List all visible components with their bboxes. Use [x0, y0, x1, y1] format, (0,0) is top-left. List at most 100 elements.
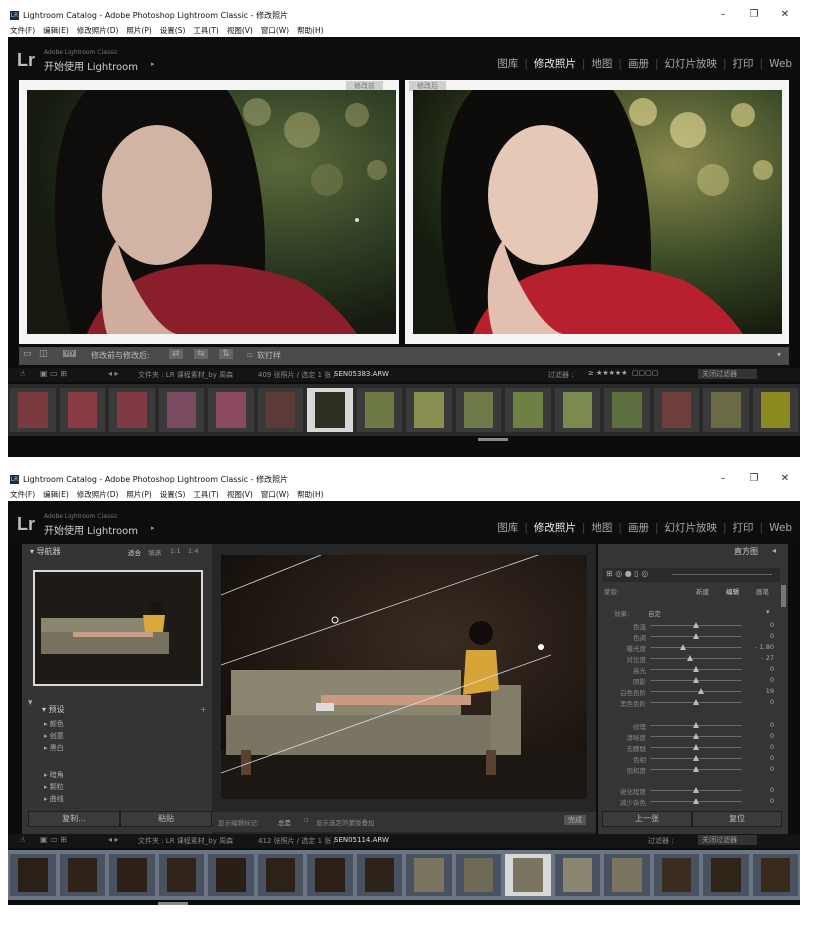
- filmstrip-thumbnail[interactable]: [455, 854, 501, 896]
- menu-tools[interactable]: 工具(T): [193, 25, 218, 36]
- slider-thumb[interactable]: [693, 677, 699, 683]
- slider-thumb[interactable]: [693, 766, 699, 772]
- slider-value[interactable]: - 1.80: [746, 643, 774, 651]
- module-library[interactable]: 图库: [493, 520, 522, 535]
- slider-thumb[interactable]: [693, 699, 699, 705]
- effect-collapse-icon[interactable]: ▾: [766, 608, 770, 616]
- slider-7[interactable]: 白色色阶 19: [600, 686, 780, 697]
- filmstrip-thumbnail[interactable]: [703, 388, 749, 432]
- slider-value[interactable]: 0: [746, 765, 774, 773]
- preset-folder[interactable]: ▸ 颗粒: [44, 782, 64, 792]
- filmstrip-thumbnail[interactable]: [703, 854, 749, 896]
- slider-value[interactable]: 0: [746, 698, 774, 706]
- filmstrip-thumbnail[interactable]: [752, 854, 798, 896]
- filename[interactable]: SEN05383.ARW: [334, 370, 389, 378]
- menu-tools[interactable]: 工具(T): [193, 489, 218, 500]
- play-icon[interactable]: ▸: [151, 60, 155, 68]
- menu-photo[interactable]: 照片(P): [126, 489, 151, 500]
- copy-before-to-after-icon[interactable]: ⇄: [169, 349, 183, 359]
- mask-new[interactable]: 新建: [696, 586, 709, 596]
- slider-thumb[interactable]: [693, 666, 699, 672]
- module-book[interactable]: 画册: [624, 520, 653, 535]
- reset-button[interactable]: 复位: [692, 811, 782, 827]
- copy-button[interactable]: 复制...: [28, 811, 120, 827]
- slider-value[interactable]: 0: [746, 721, 774, 729]
- menu-view[interactable]: 视图(V): [227, 489, 253, 500]
- mask-brush[interactable]: 画笔: [756, 586, 769, 596]
- module-web[interactable]: Web: [765, 58, 796, 70]
- module-web[interactable]: Web: [765, 522, 796, 534]
- menu-help[interactable]: 帮助(H): [297, 489, 324, 500]
- menu-file[interactable]: 文件(F): [10, 489, 35, 500]
- slider-13[interactable]: 饱和度 0: [600, 764, 780, 775]
- slider-track[interactable]: [650, 647, 742, 648]
- menu-settings[interactable]: 设置(S): [160, 489, 186, 500]
- filter-select[interactable]: 关闭过滤器: [698, 835, 757, 845]
- mask-edit[interactable]: 编辑: [726, 586, 739, 596]
- menu-edit[interactable]: 编辑(E): [43, 489, 69, 500]
- slider-5[interactable]: 高光 0: [600, 664, 780, 675]
- module-book[interactable]: 画册: [624, 56, 653, 71]
- navigator-preview[interactable]: [33, 570, 203, 686]
- filmstrip-thumbnail[interactable]: [109, 388, 155, 432]
- filmstrip-thumbnail[interactable]: [653, 854, 699, 896]
- identity-text[interactable]: 开始使用 Lightroom: [44, 58, 138, 73]
- slider-value[interactable]: 0: [746, 621, 774, 629]
- filmstrip-thumbnail[interactable]: [158, 854, 204, 896]
- second-window-icon[interactable]: ☝: [20, 369, 25, 378]
- maximize-button[interactable]: ❐: [739, 470, 769, 488]
- filmstrip-thumbnail[interactable]: [505, 854, 551, 896]
- filmstrip-thumbnail[interactable]: [59, 388, 105, 432]
- menu-window[interactable]: 窗口(W): [261, 489, 289, 500]
- filmstrip-thumbnail[interactable]: [455, 388, 501, 432]
- add-preset-icon[interactable]: +: [200, 705, 207, 714]
- panel-handle-icon[interactable]: ▾: [28, 698, 33, 708]
- slider-6[interactable]: 阴影 0: [600, 675, 780, 686]
- previous-button[interactable]: 上一张: [602, 811, 692, 827]
- slider-15[interactable]: 减少杂色 0: [600, 796, 780, 807]
- slider-value[interactable]: 0: [746, 676, 774, 684]
- filmstrip-thumbnail[interactable]: [604, 854, 650, 896]
- filmstrip-thumbnail[interactable]: [59, 854, 105, 896]
- filmstrip-thumbnail[interactable]: [554, 854, 600, 896]
- overlay-checkbox[interactable]: ▫: [304, 816, 309, 824]
- main-photo[interactable]: [221, 555, 587, 799]
- module-library[interactable]: 图库: [493, 56, 522, 71]
- toolbar-dropdown-icon[interactable]: ▾: [777, 350, 781, 359]
- filmstrip-scrollbar[interactable]: [478, 438, 508, 441]
- slider-thumb[interactable]: [693, 622, 699, 628]
- slider-track[interactable]: [650, 691, 742, 692]
- zoom-1-4[interactable]: 1:4: [188, 547, 198, 555]
- slider-9[interactable]: 纹理 0: [600, 720, 780, 731]
- slider-3[interactable]: 曝光度 - 1.80: [600, 642, 780, 653]
- module-slideshow[interactable]: 幻灯片放映: [661, 520, 722, 535]
- slider-value[interactable]: 19: [746, 687, 774, 695]
- second-window-icon[interactable]: ☝: [20, 835, 25, 844]
- filmstrip-thumbnail[interactable]: [505, 388, 551, 432]
- filmstrip-thumbnail[interactable]: [604, 388, 650, 432]
- slider-track[interactable]: [650, 658, 742, 659]
- copy-after-to-before-icon[interactable]: ⇆: [194, 349, 208, 359]
- yy-view-icon[interactable]: Y|Y: [63, 350, 77, 357]
- slider-11[interactable]: 去朦胧 0: [600, 742, 780, 753]
- menu-window[interactable]: 窗口(W): [261, 25, 289, 36]
- filmstrip-thumbnail[interactable]: [406, 388, 452, 432]
- before-after-lr-icon[interactable]: ◫: [39, 349, 48, 359]
- close-button[interactable]: ✕: [770, 6, 800, 24]
- menu-edit[interactable]: 编辑(E): [43, 25, 69, 36]
- rating-filter[interactable]: ≥ ★★★★★ ▢▢▢▢: [588, 369, 658, 377]
- slider-thumb[interactable]: [693, 733, 699, 739]
- slider-value[interactable]: 0: [746, 754, 774, 762]
- panel-scrollbar[interactable]: [781, 585, 786, 607]
- preset-folder[interactable]: ▸ 颜色: [44, 719, 64, 729]
- module-print[interactable]: 打印: [729, 520, 758, 535]
- menu-help[interactable]: 帮助(H): [297, 25, 324, 36]
- preset-folder[interactable]: ▸ 创意: [44, 731, 64, 741]
- filmstrip-thumbnail[interactable]: [554, 388, 600, 432]
- histogram-title[interactable]: 直方图: [734, 546, 758, 557]
- slider-14[interactable]: 锐化程度 0: [600, 785, 780, 796]
- effect-select[interactable]: 自定: [648, 608, 661, 618]
- menu-photo[interactable]: 照片(P): [126, 25, 151, 36]
- slider-thumb[interactable]: [693, 633, 699, 639]
- filmstrip-thumbnail[interactable]: [356, 388, 402, 432]
